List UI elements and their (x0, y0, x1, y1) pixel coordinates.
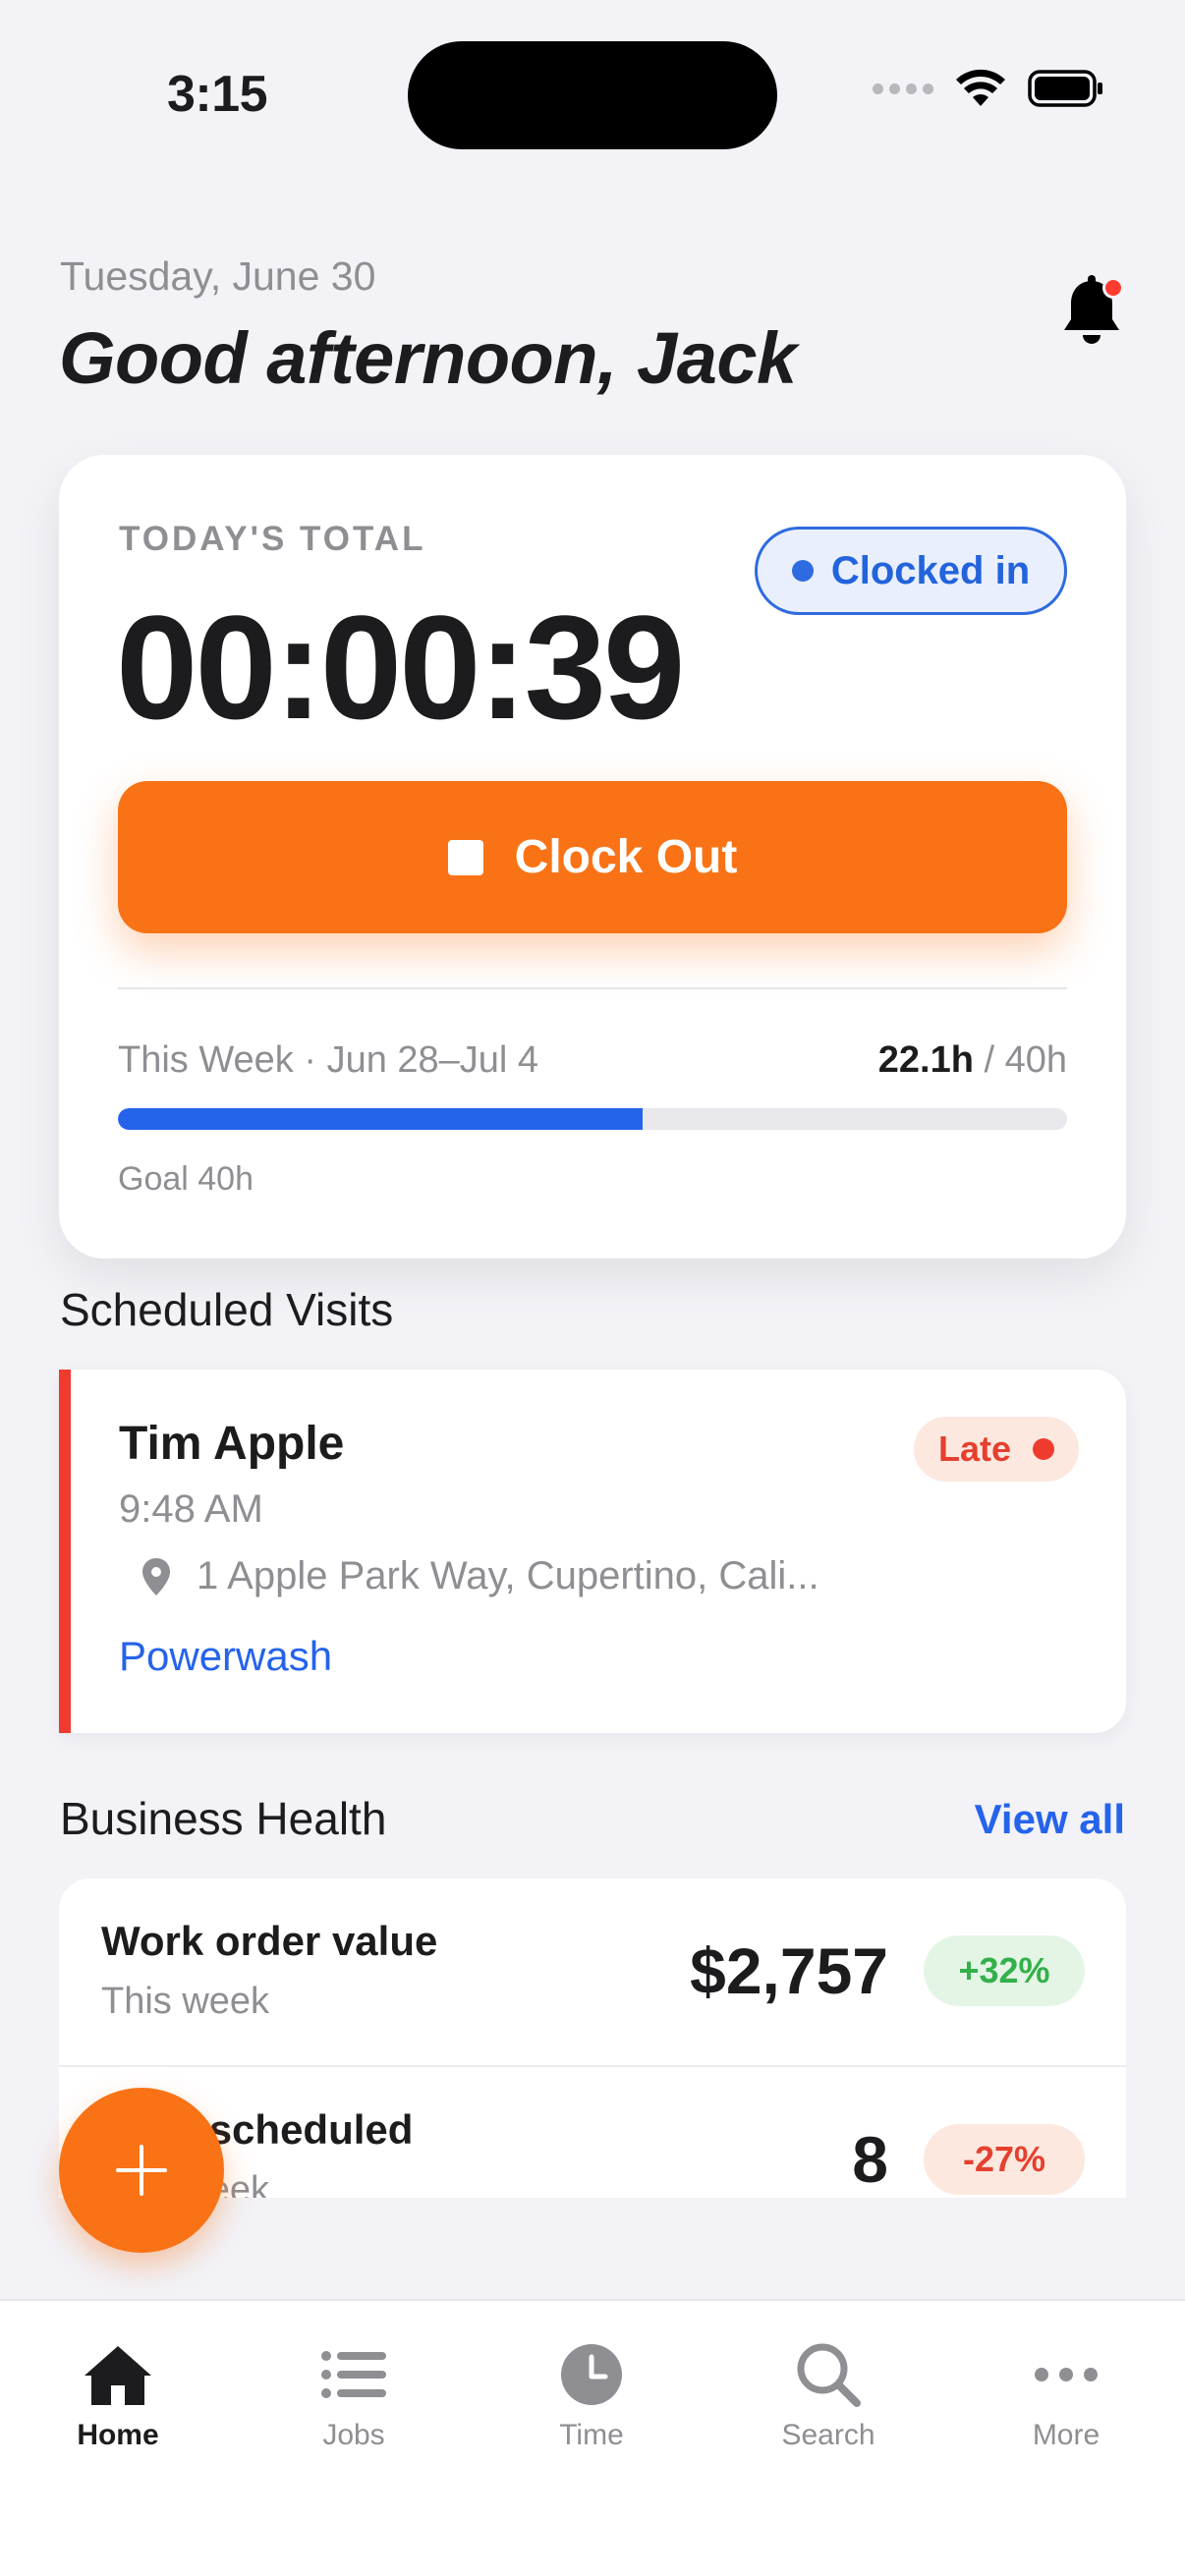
tab-label-jobs: Jobs (322, 2419, 385, 2451)
late-badge: Late (914, 1417, 1079, 1482)
health-row-subtitle: This week (101, 1981, 270, 2022)
notification-badge (1102, 277, 1124, 299)
visit-customer-name: Tim Apple (119, 1418, 345, 1470)
late-dot (1033, 1438, 1055, 1460)
health-row-title: Work order value (101, 1918, 438, 1964)
location-pin-icon (142, 1557, 170, 1596)
visit-address-text: 1 Apple Park Way, Cupertino, Cali... (197, 1554, 819, 1597)
tab-search[interactable]: Search (730, 2340, 927, 2452)
scheduled-visits-title: Scheduled Visits (60, 1284, 394, 1335)
visit-status-accent (59, 1370, 71, 1733)
clock-icon (555, 2340, 628, 2409)
week-progress-bar (118, 1108, 1067, 1130)
clock-out-label: Clock Out (514, 831, 738, 883)
search-icon (792, 2340, 865, 2409)
tab-label-home: Home (77, 2419, 159, 2451)
battery-icon (1028, 70, 1102, 107)
tab-time[interactable]: Time (493, 2340, 690, 2452)
visit-time: 9:48 AM (119, 1487, 263, 1531)
health-row-value: 8 (852, 2123, 888, 2196)
greeting-title: Good afternoon, Jack (59, 317, 797, 399)
tab-jobs[interactable]: Jobs (255, 2340, 452, 2452)
card-divider (118, 987, 1067, 989)
tab-label-search: Search (781, 2419, 875, 2451)
week-range-label: This Week · Jun 28–Jul 4 (118, 1039, 539, 1081)
delta-badge-up: +32% (924, 1935, 1085, 2006)
plus-icon (116, 2145, 167, 2196)
week-hours: 22.1h / 40h (878, 1039, 1067, 1082)
clock-out-button[interactable]: Clock Out (118, 781, 1067, 933)
week-hours-goal: / 40h (973, 1039, 1067, 1081)
tab-home[interactable]: Home (20, 2340, 216, 2452)
stop-icon (447, 839, 483, 875)
late-badge-label: Late (937, 1428, 1012, 1469)
visit-service-link[interactable]: Powerwash (119, 1633, 332, 1680)
health-row-value: $2,757 (690, 1934, 888, 2007)
week-progress-fill (118, 1108, 644, 1130)
elapsed-timer: 00:00:39 (116, 585, 685, 750)
business-health-title: Business Health (60, 1793, 387, 1844)
list-icon (317, 2340, 390, 2409)
status-icons (873, 69, 1104, 108)
add-fab-button[interactable] (59, 2088, 224, 2253)
delta-badge-down: -27% (924, 2124, 1085, 2195)
signal-icon (873, 83, 933, 94)
tab-more[interactable]: More (968, 2340, 1164, 2452)
today-card: TODAY'S TOTAL Clocked in 00:00:39 Clock … (59, 455, 1126, 1259)
more-icon (1030, 2340, 1102, 2409)
clock-status-label: Clocked in (830, 548, 1031, 592)
today-total-label: TODAY'S TOTAL (119, 520, 426, 558)
tab-bar: Home Jobs Time Search More (0, 2299, 1185, 2576)
visit-card[interactable]: Tim Apple 9:48 AM 1 Apple Park Way, Cupe… (59, 1370, 1126, 1733)
date-label: Tuesday, June 30 (60, 253, 376, 299)
status-time: 3:15 (167, 66, 268, 123)
status-dot (791, 560, 814, 582)
clock-status-badge: Clocked in (755, 527, 1067, 615)
week-hours-value: 22.1h (877, 1039, 974, 1081)
tab-label-more: More (1032, 2419, 1100, 2451)
goal-label: Goal 40h (118, 1160, 254, 1198)
health-row-work-order-value[interactable]: Work order value This week $2,757 +32% (59, 1878, 1126, 2065)
tab-label-time: Time (559, 2419, 624, 2451)
view-all-link[interactable]: View all (975, 1796, 1125, 1843)
visit-address: 1 Apple Park Way, Cupertino, Cali... (141, 1554, 819, 1598)
wifi-icon (956, 69, 1005, 106)
home-icon (82, 2340, 154, 2409)
dynamic-island (408, 41, 777, 149)
